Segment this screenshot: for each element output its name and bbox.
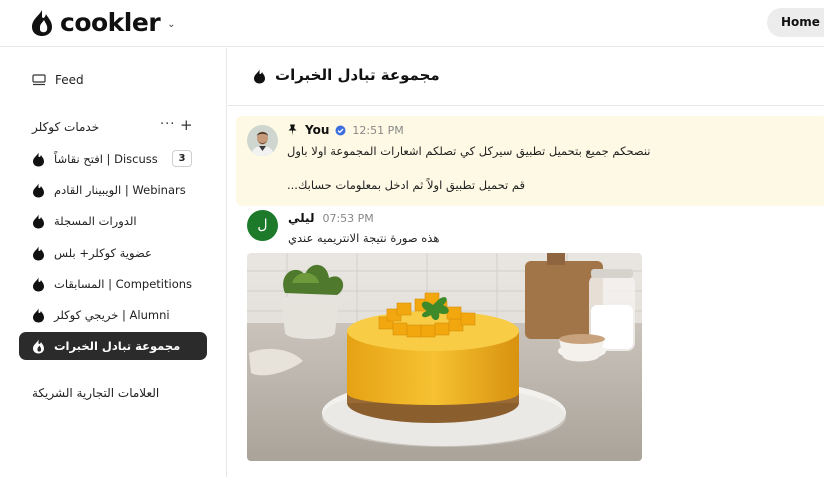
sidebar: Feed خدمات كوكلر ··· + افتح نقاشاً | Dis… [0, 48, 227, 477]
sidebar-item-label: خريجي كوكلر | Alumni [54, 308, 170, 322]
mango-cake-photo [247, 253, 642, 461]
pin-icon [288, 124, 297, 136]
sidebar-item-discuss[interactable]: افتح نقاشاً | Discuss 3 [19, 145, 207, 173]
home-button[interactable]: Home [767, 8, 824, 37]
message-time: 07:53 PM [322, 211, 374, 225]
sidebar-item-membership[interactable]: عضوية كوكلر+ بلس [19, 239, 207, 267]
flame-logo-icon [32, 9, 52, 36]
sidebar-item-feed[interactable]: Feed [32, 73, 84, 87]
message-text: ننصحكم جميع بتحميل تطبيق سيركل كي تصلكم … [287, 144, 651, 158]
unread-count-badge: 3 [172, 150, 192, 167]
sidebar-item-experience-exchange[interactable]: مجموعة تبادل الخبرات [19, 332, 207, 360]
avatar[interactable]: ل [247, 210, 278, 241]
brand-name: cookler [60, 8, 161, 37]
sidebar-item-competitions[interactable]: المسابقات | Competitions [19, 270, 207, 298]
flame-icon [33, 152, 44, 166]
flame-icon [33, 246, 44, 260]
sidebar-item-label: افتح نقاشاً | Discuss [54, 152, 158, 166]
sidebar-item-label: مجموعة تبادل الخبرات [54, 339, 181, 353]
sidebar-item-label: الويبينار القادم | Webinars [54, 183, 186, 197]
top-header: cookler ⌄ Home [0, 0, 824, 47]
sidebar-item-label: المسابقات | Competitions [54, 277, 193, 291]
brand-logo[interactable]: cookler ⌄ [30, 8, 176, 37]
flame-icon [33, 183, 44, 197]
group-title: خدمات كوكلر [32, 120, 100, 134]
author-name[interactable]: ليلي [288, 211, 314, 225]
sidebar-item-label: Feed [55, 73, 84, 87]
room-title: مجموعة تبادل الخبرات [275, 66, 440, 84]
sidebar-item-webinars[interactable]: الويبينار القادم | Webinars [19, 176, 207, 204]
sidebar-item-label: عضوية كوكلر+ بلس [54, 246, 152, 260]
message-text: قم تحميل تطبيق اولاً ثم ادخل بمعلومات حس… [287, 178, 526, 192]
message-time: 12:51 PM [352, 123, 404, 137]
flame-icon [33, 214, 44, 228]
sidebar-item-recorded-courses[interactable]: الدورات المسجلة [19, 207, 207, 235]
chat-room: مجموعة تبادل الخبرات You 12:51 PM ننصحكم… [228, 48, 824, 477]
sidebar-item-alumni[interactable]: خريجي كوكلر | Alumni [19, 301, 207, 329]
pinned-message[interactable]: You 12:51 PM ننصحكم جميع بتحميل تطبيق سي… [236, 116, 824, 206]
verified-badge-icon [335, 125, 346, 135]
sidebar-item-label: الدورات المسجلة [54, 214, 137, 228]
room-header: مجموعة تبادل الخبرات [228, 48, 824, 106]
feed-icon [32, 74, 46, 86]
author-name[interactable]: You [305, 123, 329, 137]
message-text: هذه صورة نتيجة الانتريميه عندي [288, 231, 440, 245]
avatar[interactable] [247, 125, 278, 156]
message-image[interactable] [247, 253, 642, 461]
flame-icon [33, 339, 44, 353]
add-icon[interactable]: + [180, 116, 193, 134]
more-icon[interactable]: ··· [160, 117, 175, 132]
flame-icon [33, 308, 44, 322]
message-meta: ليلي 07:53 PM [288, 211, 374, 225]
sidebar-item-partner-brands[interactable]: العلامات التجارية الشريكة [32, 386, 159, 400]
flame-icon [254, 69, 265, 84]
message-meta: You 12:51 PM [287, 123, 404, 137]
flame-icon [33, 277, 44, 291]
user-photo-icon [247, 125, 278, 156]
chevron-down-icon[interactable]: ⌄ [167, 19, 175, 30]
